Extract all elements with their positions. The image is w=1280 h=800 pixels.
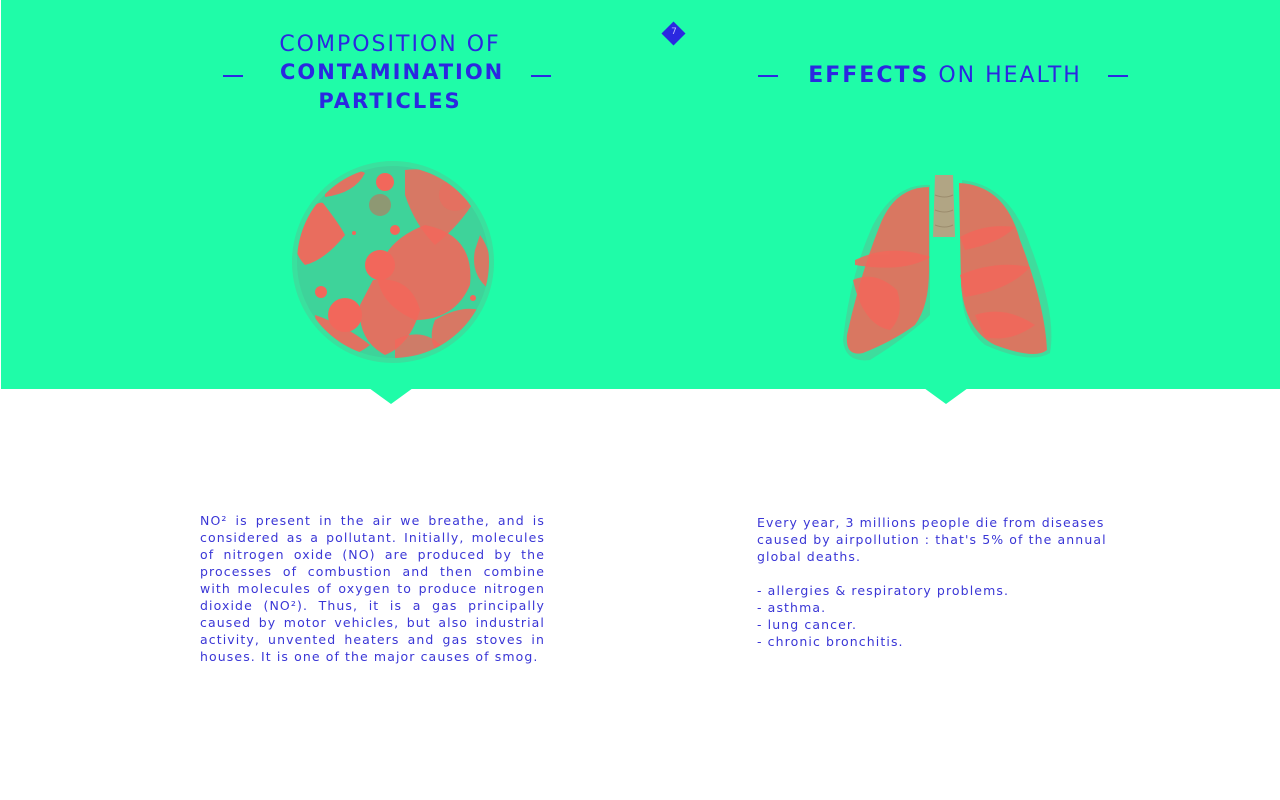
hero-banner (1, 0, 1280, 389)
right-heading-dash-left (758, 75, 778, 77)
particle-sphere-icon (292, 161, 494, 363)
effects-list-item: - lung cancer. (757, 617, 858, 632)
left-paragraph: NO² is present in the air we breathe, an… (200, 513, 545, 664)
right-content: Every year, 3 millions people die from d… (757, 514, 1117, 650)
right-paragraph-line: global deaths. (757, 549, 862, 564)
left-section-pointer (369, 388, 413, 404)
effects-list-item: - chronic bronchitis. (757, 634, 904, 649)
effects-list-item: - allergies & respiratory problems. (757, 583, 1010, 598)
left-heading: COMPOSITION OF CONTAMINATION PARTICLES (250, 31, 530, 116)
lungs-icon (843, 175, 1052, 361)
effects-list-item: - asthma. (757, 600, 827, 615)
left-heading-bold: CONTAMINATION PARTICLES (280, 60, 505, 113)
right-heading-bold: EFFECTS (808, 63, 930, 88)
right-heading: EFFECTS ON HEALTH (785, 62, 1105, 90)
page-number: 7 (671, 27, 677, 37)
left-heading-dash-left (223, 75, 243, 77)
effects-list: - allergies & respiratory problems. - as… (757, 582, 1117, 650)
page-number-badge: 7 (661, 21, 686, 46)
right-section-pointer (924, 388, 968, 404)
right-paragraph-line: Every year, 3 millions people die from d… (757, 515, 1105, 530)
right-heading-light: ON HEALTH (938, 63, 1082, 88)
right-heading-dash-right (1108, 75, 1128, 77)
left-heading-dash-right (531, 75, 551, 77)
right-paragraph-line: caused by airpollution : that's 5% of th… (757, 532, 1107, 547)
left-heading-light: COMPOSITION OF (279, 32, 501, 57)
